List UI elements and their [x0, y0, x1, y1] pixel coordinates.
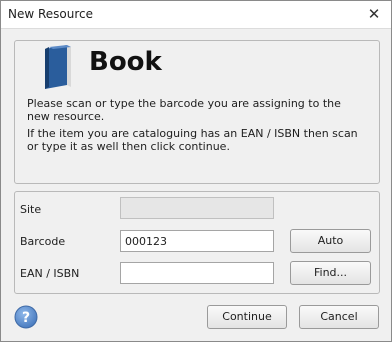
resource-type-title: Book	[89, 47, 162, 77]
barcode-input[interactable]	[120, 230, 274, 252]
cancel-button[interactable]: Cancel	[299, 305, 379, 329]
find-button[interactable]: Find...	[290, 261, 371, 285]
instruction-text-ean: If the item you are cataloguing has an E…	[27, 127, 358, 153]
book-icon	[45, 45, 71, 89]
close-icon[interactable]: ✕	[365, 5, 383, 23]
instruction-text-barcode: Please scan or type the barcode you are …	[27, 97, 341, 123]
site-label: Site	[20, 203, 42, 216]
svg-text:?: ?	[22, 310, 30, 326]
auto-button[interactable]: Auto	[290, 229, 371, 253]
window-title: New Resource	[8, 7, 94, 21]
site-field	[120, 197, 274, 219]
title-bar[interactable]: New Resource ✕	[1, 1, 391, 29]
barcode-label: Barcode	[20, 235, 66, 248]
new-resource-dialog: New Resource ✕ Book Please scan or type …	[0, 0, 392, 342]
barcode-form-panel: Site Barcode Auto EAN / ISBN Find...	[14, 191, 380, 294]
question-icon[interactable]: ?	[14, 305, 38, 329]
ean-isbn-input[interactable]	[120, 262, 274, 284]
ean-isbn-label: EAN / ISBN	[20, 267, 80, 280]
continue-button[interactable]: Continue	[207, 305, 287, 329]
resource-type-panel: Book Please scan or type the barcode you…	[14, 40, 380, 184]
